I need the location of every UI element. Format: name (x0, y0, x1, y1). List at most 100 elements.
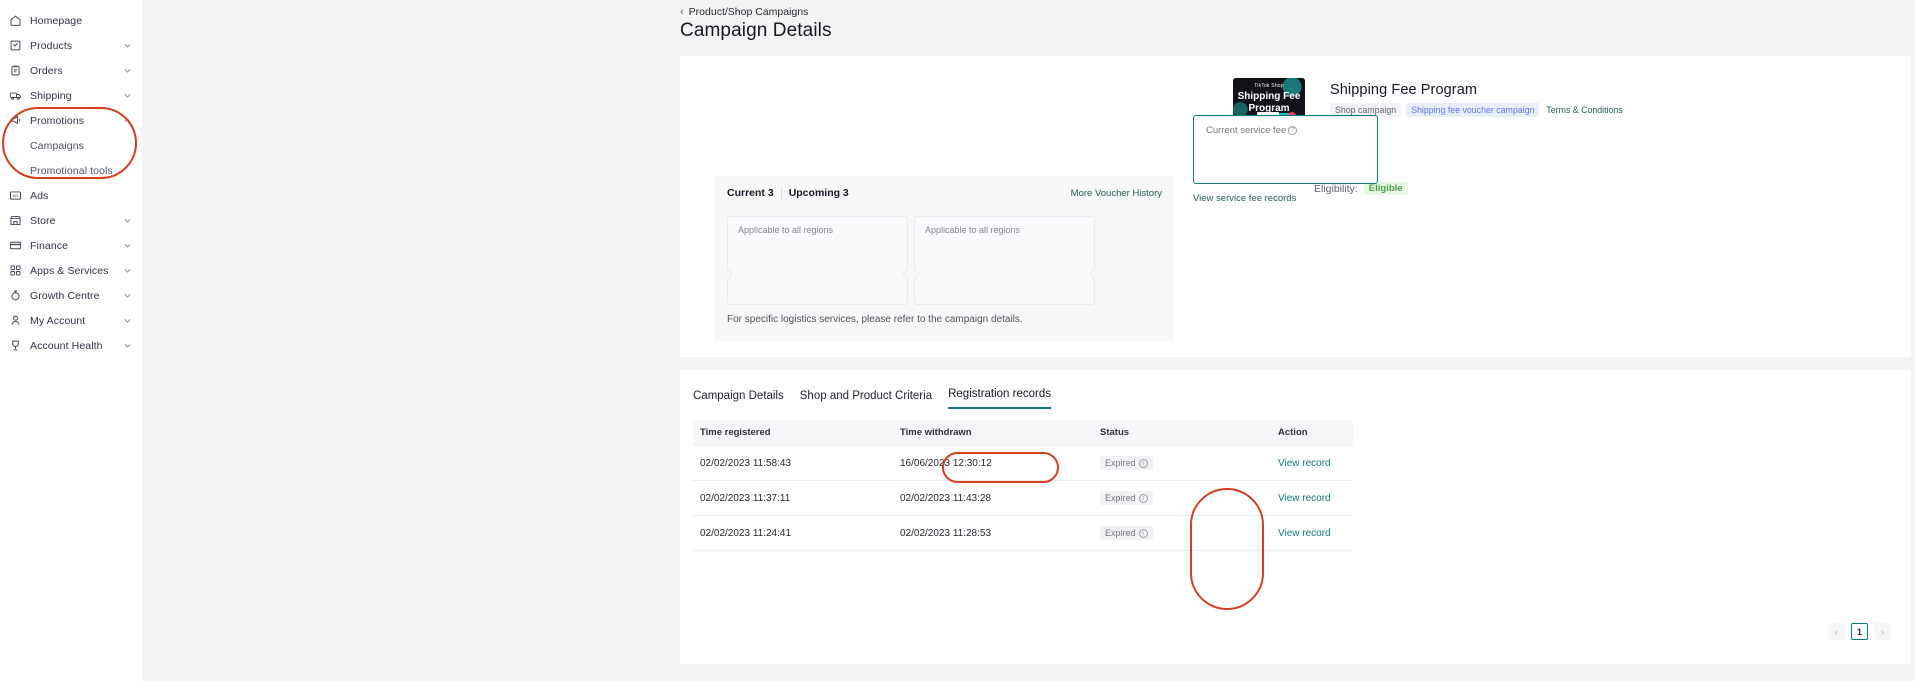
chevron-down-icon (123, 316, 132, 325)
voucher-tabs: Current 3 Upcoming 3 (727, 187, 849, 199)
help-circle-icon[interactable]: ? (1288, 126, 1298, 135)
home-icon (9, 14, 22, 27)
view-service-fee-records-link[interactable]: View service fee records (1193, 193, 1296, 204)
sidebar-item-label: Growth Centre (30, 289, 100, 302)
voucher-card[interactable]: Applicable to all regions (914, 216, 1095, 305)
breadcrumb-label: Product/Shop Campaigns (688, 6, 809, 18)
sidebar-item-account-health[interactable]: Account Health (0, 333, 142, 358)
sidebar-item-label: Orders (30, 64, 63, 77)
sidebar-item-label: Finance (30, 239, 69, 252)
fee-label-text: Current service fee (1206, 125, 1287, 136)
records-card: Campaign Details Shop and Product Criter… (680, 370, 1911, 664)
apps-grid-icon (9, 264, 22, 277)
sidebar-subitem-promotional-tools[interactable]: Promotional tools (0, 158, 142, 183)
chevron-down-icon (123, 91, 132, 100)
main-content: ‹ Product/Shop Campaigns Campaign Detail… (142, 0, 1915, 681)
trophy-icon (9, 339, 22, 352)
chevron-down-icon (123, 241, 132, 250)
cell-time-withdrawn: 16/06/2023 12:30:12 (893, 445, 1093, 481)
logistics-note: For specific logistics services, please … (727, 314, 1023, 325)
chevron-down-icon (123, 291, 132, 300)
cell-status: Expired i (1093, 445, 1271, 481)
column-header-time-withdrawn: Time withdrawn (893, 420, 1093, 446)
pagination-prev-button[interactable]: ‹ (1828, 623, 1845, 640)
sidebar-item-label: Promotions (30, 114, 85, 127)
tab-campaign-details[interactable]: Campaign Details (693, 390, 784, 409)
sidebar-item-label: Ads (30, 189, 49, 202)
ads-icon: AD (9, 189, 22, 202)
info-icon[interactable]: i (1138, 493, 1148, 503)
tab-current-vouchers[interactable]: Current 3 (727, 187, 774, 199)
cell-time-registered: 02/02/2023 11:58:43 (693, 445, 893, 481)
table-row: 02/02/2023 11:58:43 16/06/2023 12:30:12 … (693, 445, 1353, 481)
tab-upcoming-vouchers[interactable]: Upcoming 3 (789, 187, 849, 199)
view-record-link[interactable]: View record (1278, 528, 1331, 539)
sidebar-item-label: My Account (30, 314, 86, 327)
chevron-down-icon (123, 341, 132, 350)
person-icon (9, 314, 22, 327)
campaign-name: Shipping Fee Program (1330, 82, 1478, 98)
info-icon[interactable]: i (1138, 458, 1148, 468)
tab-shop-product-criteria[interactable]: Shop and Product Criteria (800, 390, 932, 409)
cell-action: View record (1271, 480, 1353, 516)
store-icon (9, 214, 22, 227)
column-header-status: Status (1093, 420, 1271, 446)
chevron-down-icon (123, 66, 132, 75)
sidebar-item-label: Apps & Services (30, 264, 109, 277)
chevron-down-icon (123, 216, 132, 225)
page-title: Campaign Details (680, 20, 832, 41)
pagination-next-button[interactable]: › (1874, 623, 1891, 640)
breadcrumb[interactable]: ‹ Product/Shop Campaigns (680, 6, 808, 18)
growth-icon (9, 289, 22, 302)
eligibility-label: Eligibility: (1314, 182, 1358, 195)
cell-status: Expired i (1093, 480, 1271, 516)
sidebar-item-orders[interactable]: Orders (0, 58, 142, 83)
tab-divider (780, 187, 782, 199)
sidebar-item-apps-services[interactable]: Apps & Services (0, 258, 142, 283)
tag-voucher-campaign: Shipping fee voucher campaign (1406, 103, 1540, 117)
status-text: Expired (1105, 493, 1136, 503)
view-record-link[interactable]: View record (1278, 493, 1331, 504)
thumbnail-brand: TikTok Shop (1254, 83, 1284, 89)
voucher-notch-left (914, 270, 919, 279)
sidebar-item-homepage[interactable]: Homepage (0, 8, 142, 33)
cell-status: Expired i (1093, 515, 1271, 551)
sidebar-item-ads[interactable]: AD Ads (0, 183, 142, 208)
orders-icon (9, 64, 22, 77)
app-root: Homepage Products Orders Shipping Promot… (0, 0, 1915, 681)
voucher-notch-right (1090, 270, 1095, 279)
status-badge: Expired i (1100, 491, 1153, 505)
megaphone-icon (9, 114, 22, 127)
chevron-down-icon (123, 266, 132, 275)
sidebar-item-store[interactable]: Store (0, 208, 142, 233)
status-badge: Expired i (1100, 456, 1153, 470)
column-header-action: Action (1271, 420, 1353, 446)
sidebar-item-label: Account Health (30, 339, 103, 352)
sidebar-subitem-campaigns[interactable]: Campaigns (0, 133, 142, 158)
registration-records-table: Time registered Time withdrawn Status Ac… (693, 420, 1353, 551)
table-row: 02/02/2023 11:37:11 02/02/2023 11:43:28 … (693, 480, 1353, 516)
sidebar-item-shipping[interactable]: Shipping (0, 83, 142, 108)
cell-action: View record (1271, 515, 1353, 551)
voucher-region-text: Applicable to all regions (738, 225, 834, 235)
finance-card-icon (9, 239, 22, 252)
sidebar-item-label: Shipping (30, 89, 72, 102)
sidebar-subitem-label: Promotional tools (30, 164, 113, 177)
sidebar-item-label: Products (30, 39, 73, 52)
view-record-link[interactable]: View record (1278, 458, 1331, 469)
sidebar-item-my-account[interactable]: My Account (0, 308, 142, 333)
voucher-notch-right (903, 270, 908, 279)
info-icon[interactable]: i (1138, 528, 1148, 538)
sidebar-item-promotions[interactable]: Promotions (0, 108, 142, 133)
products-icon (9, 39, 22, 52)
pagination-page-1[interactable]: 1 (1851, 623, 1868, 640)
sidebar-item-finance[interactable]: Finance (0, 233, 142, 258)
cell-time-registered: 02/02/2023 11:37:11 (693, 480, 893, 516)
status-badge: Expired i (1100, 526, 1153, 540)
sidebar-item-products[interactable]: Products (0, 33, 142, 58)
sidebar-item-growth-centre[interactable]: Growth Centre (0, 283, 142, 308)
terms-and-conditions-link[interactable]: Terms & Conditions (1544, 103, 1627, 117)
tab-registration-records[interactable]: Registration records (948, 388, 1051, 409)
voucher-card[interactable]: Applicable to all regions (727, 216, 908, 305)
more-voucher-history-link[interactable]: More Voucher History (1071, 188, 1162, 199)
